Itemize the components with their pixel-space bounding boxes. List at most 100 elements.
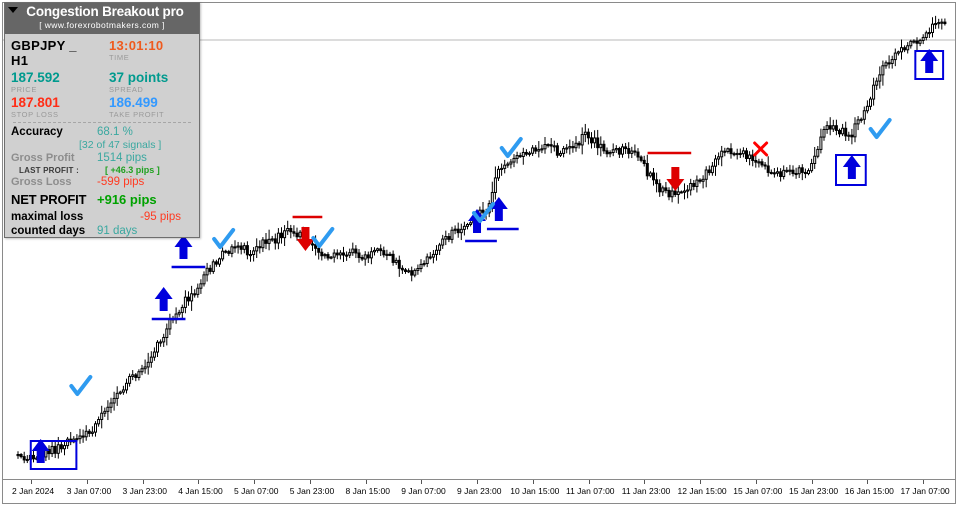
candle-body-up <box>242 245 246 250</box>
candle-body-up <box>686 189 690 192</box>
candle-body-up <box>413 269 417 276</box>
candle-body-up <box>748 154 752 159</box>
gross-loss-value: -599 pips <box>97 176 145 188</box>
candle-body-up <box>515 155 519 159</box>
candle-body-up <box>394 259 398 263</box>
candle-body-up <box>853 123 857 138</box>
candle-body-up <box>156 341 159 353</box>
candle-body-down <box>447 236 451 240</box>
check-icon <box>212 228 236 249</box>
candle-body-up <box>701 178 705 182</box>
candle-body-down <box>943 21 947 25</box>
candle-body-up <box>797 167 801 175</box>
candle-body-up <box>807 170 810 175</box>
trading-chart-screen: 2 Jan 2024 3 Jan 07:00 3 Jan 23:00 4 Jan 15… <box>0 0 960 506</box>
candle-body-up <box>822 128 826 138</box>
candle-body-down <box>481 209 485 213</box>
axis-tick-label: 2 Jan 2024 <box>12 486 55 496</box>
candle-body-up <box>183 296 187 308</box>
candle-body-down <box>546 144 550 147</box>
candle-body-up <box>512 157 516 163</box>
candle-body-down <box>388 253 392 256</box>
candle-body-up <box>469 222 473 225</box>
candle-body-down <box>233 246 237 249</box>
candle-body-down <box>692 182 696 187</box>
candle-body-down <box>456 228 460 234</box>
candle-body-down <box>828 125 832 130</box>
candle-body-up <box>819 136 823 150</box>
candle-body-down <box>32 454 35 460</box>
candle-body-up <box>252 250 256 256</box>
signals-value: [32 of 47 signals ] <box>79 139 162 151</box>
candle-body-down <box>320 251 324 257</box>
candle-body-down <box>382 250 386 256</box>
candle-body-down <box>22 456 26 461</box>
candle-body-down <box>838 129 841 135</box>
candle-body-up <box>146 361 150 368</box>
candle-body-down <box>214 261 218 265</box>
buy-arrow-icon <box>154 287 173 311</box>
axis-tick-label: 3 Jan 23:00 <box>122 486 167 496</box>
candle-body-down <box>280 232 283 239</box>
check-icon <box>69 375 93 396</box>
last-profit-row: LAST PROFIT : [ +46.3 pips ] <box>11 165 193 175</box>
candle-body-up <box>720 150 724 158</box>
candle-body-down <box>193 293 197 296</box>
candle-body-up <box>825 125 829 130</box>
candle-body-up <box>267 238 271 244</box>
candle-body-down <box>834 125 838 131</box>
candle-body-up <box>84 430 88 438</box>
axis-tick-label: 10 Jan 15:00 <box>510 486 560 496</box>
candle-body-down <box>779 171 783 177</box>
candle-body-up <box>757 161 761 164</box>
candle-body-up <box>97 419 101 425</box>
axis-tick-label: 5 Jan 23:00 <box>289 486 335 496</box>
candle-body-down <box>400 267 404 271</box>
gross-loss-row: Gross Loss -599 pips <box>11 176 193 188</box>
candle-body-down <box>602 143 606 152</box>
candle-body-down <box>751 154 755 161</box>
candle-body-up <box>131 374 135 377</box>
candle-body-up <box>286 228 290 232</box>
candle-body-up <box>881 65 885 76</box>
congestion-breakout-panel[interactable]: Congestion Breakout pro [ www.forexrobot… <box>4 2 200 238</box>
candle-body-down <box>642 159 646 165</box>
accuracy-key: Accuracy <box>11 126 63 138</box>
candle-body-up <box>865 105 869 112</box>
candle-body-up <box>143 366 147 370</box>
candle-body-down <box>239 245 243 250</box>
candle-body-up <box>912 40 916 43</box>
candle-body-up <box>112 397 116 404</box>
cross-icon <box>753 141 769 157</box>
candle-body-up <box>329 256 333 259</box>
candle-body-down <box>673 190 677 196</box>
candle-body-up <box>425 256 429 265</box>
candle-body-up <box>878 74 882 82</box>
candle-body-up <box>562 148 566 154</box>
candle-body-down <box>342 252 345 256</box>
candle-body-up <box>521 151 525 157</box>
candle-body-down <box>208 267 212 272</box>
candle-body-down <box>335 252 339 256</box>
candle-body-up <box>125 382 128 391</box>
candle-body-up <box>431 253 435 258</box>
candle-body-down <box>754 159 758 163</box>
axis-tick-mark <box>700 480 701 484</box>
candle-body-up <box>363 254 367 260</box>
axis-tick-label: 15 Jan 23:00 <box>789 486 839 496</box>
candle-body-up <box>714 158 717 167</box>
candle-body-down <box>273 238 277 244</box>
candle-body-up <box>162 336 166 343</box>
candle-body-up <box>407 270 411 273</box>
candle-body-down <box>295 232 299 238</box>
triangle-down-icon[interactable] <box>8 7 18 13</box>
candle-body-up <box>128 375 132 384</box>
axis-tick-label: 4 Jan 15:00 <box>178 486 223 496</box>
take-profit-value: 186.499 <box>109 95 158 110</box>
axis-tick-mark <box>198 480 200 484</box>
candle-body-up <box>583 131 587 136</box>
candle-body-up <box>859 118 863 121</box>
candle-body-up <box>218 258 221 265</box>
counted-days-row: counted days 91 days <box>11 225 193 237</box>
candle-body-up <box>221 250 225 260</box>
